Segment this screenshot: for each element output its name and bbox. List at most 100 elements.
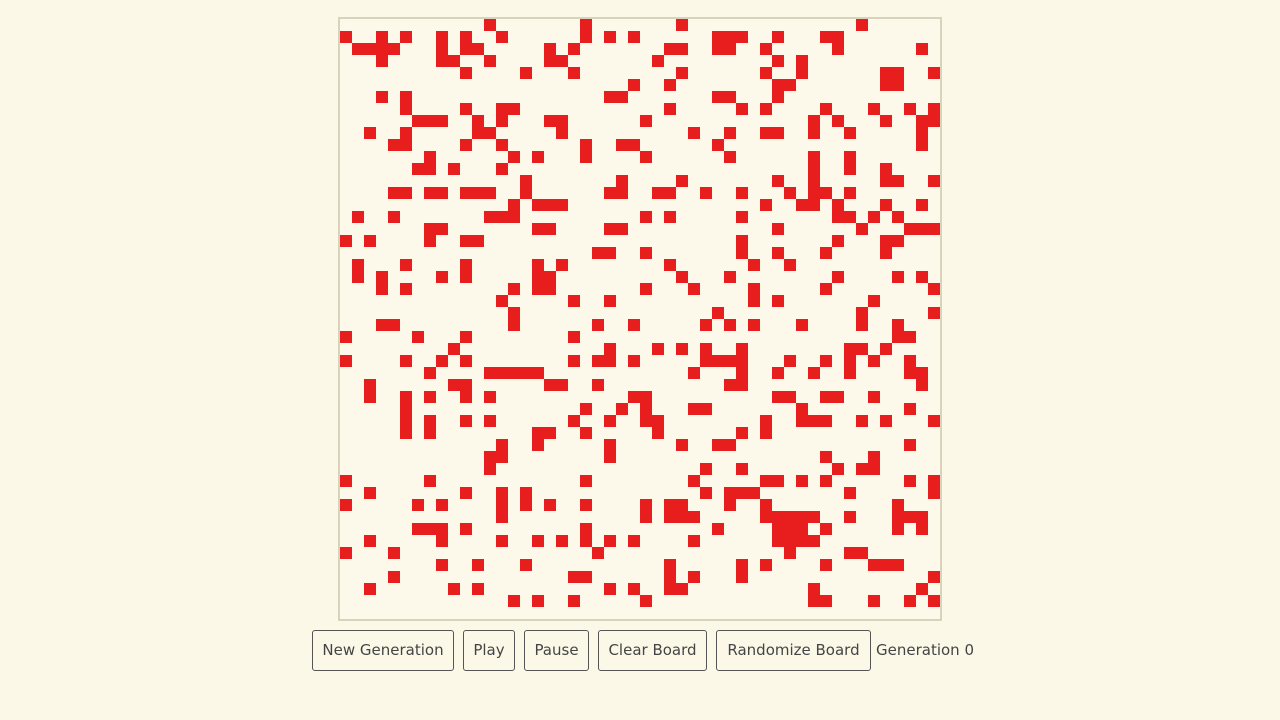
alive-cell[interactable] [748,487,760,499]
alive-cell[interactable] [736,571,748,583]
alive-cell[interactable] [760,475,772,487]
alive-cell[interactable] [832,211,844,223]
alive-cell[interactable] [928,307,940,319]
alive-cell[interactable] [544,115,556,127]
alive-cell[interactable] [580,403,592,415]
alive-cell[interactable] [736,355,748,367]
alive-cell[interactable] [352,43,364,55]
alive-cell[interactable] [532,259,544,271]
alive-cell[interactable] [676,175,688,187]
alive-cell[interactable] [460,103,472,115]
alive-cell[interactable] [880,247,892,259]
alive-cell[interactable] [340,499,352,511]
alive-cell[interactable] [412,499,424,511]
alive-cell[interactable] [796,319,808,331]
alive-cell[interactable] [448,343,460,355]
alive-cell[interactable] [880,415,892,427]
alive-cell[interactable] [808,127,820,139]
alive-cell[interactable] [760,559,772,571]
alive-cell[interactable] [676,43,688,55]
alive-cell[interactable] [904,475,916,487]
alive-cell[interactable] [532,427,544,439]
alive-cell[interactable] [580,427,592,439]
alive-cell[interactable] [652,343,664,355]
alive-cell[interactable] [772,223,784,235]
alive-cell[interactable] [424,391,436,403]
alive-cell[interactable] [472,115,484,127]
alive-cell[interactable] [592,247,604,259]
alive-cell[interactable] [592,379,604,391]
alive-cell[interactable] [640,151,652,163]
alive-cell[interactable] [844,187,856,199]
alive-cell[interactable] [400,259,412,271]
alive-cell[interactable] [808,415,820,427]
alive-cell[interactable] [676,583,688,595]
alive-cell[interactable] [772,511,784,523]
alive-cell[interactable] [496,439,508,451]
alive-cell[interactable] [652,415,664,427]
alive-cell[interactable] [772,535,784,547]
alive-cell[interactable] [520,499,532,511]
alive-cell[interactable] [460,139,472,151]
alive-cell[interactable] [748,295,760,307]
alive-cell[interactable] [556,535,568,547]
alive-cell[interactable] [556,199,568,211]
alive-cell[interactable] [700,463,712,475]
alive-cell[interactable] [928,223,940,235]
alive-cell[interactable] [340,31,352,43]
alive-cell[interactable] [880,79,892,91]
alive-cell[interactable] [700,403,712,415]
alive-cell[interactable] [496,367,508,379]
alive-cell[interactable] [676,439,688,451]
alive-cell[interactable] [628,319,640,331]
alive-cell[interactable] [688,475,700,487]
alive-cell[interactable] [496,487,508,499]
alive-cell[interactable] [652,55,664,67]
alive-cell[interactable] [400,91,412,103]
game-board[interactable] [338,17,942,621]
alive-cell[interactable] [856,223,868,235]
alive-cell[interactable] [424,427,436,439]
alive-cell[interactable] [556,379,568,391]
alive-cell[interactable] [664,187,676,199]
alive-cell[interactable] [556,127,568,139]
alive-cell[interactable] [664,583,676,595]
alive-cell[interactable] [772,91,784,103]
alive-cell[interactable] [484,451,496,463]
alive-cell[interactable] [460,523,472,535]
alive-cell[interactable] [580,139,592,151]
alive-cell[interactable] [472,559,484,571]
alive-cell[interactable] [436,535,448,547]
alive-cell[interactable] [364,127,376,139]
alive-cell[interactable] [640,247,652,259]
alive-cell[interactable] [568,67,580,79]
alive-cell[interactable] [664,559,676,571]
alive-cell[interactable] [724,487,736,499]
alive-cell[interactable] [424,163,436,175]
alive-cell[interactable] [640,283,652,295]
alive-cell[interactable] [508,211,520,223]
alive-cell[interactable] [484,127,496,139]
alive-cell[interactable] [352,271,364,283]
alive-cell[interactable] [796,523,808,535]
alive-cell[interactable] [616,91,628,103]
alive-cell[interactable] [460,43,472,55]
alive-cell[interactable] [400,127,412,139]
alive-cell[interactable] [820,187,832,199]
alive-cell[interactable] [472,43,484,55]
alive-cell[interactable] [400,283,412,295]
alive-cell[interactable] [664,79,676,91]
alive-cell[interactable] [832,31,844,43]
alive-cell[interactable] [916,271,928,283]
alive-cell[interactable] [436,55,448,67]
alive-cell[interactable] [928,67,940,79]
alive-cell[interactable] [760,103,772,115]
alive-cell[interactable] [880,235,892,247]
alive-cell[interactable] [820,283,832,295]
alive-cell[interactable] [784,79,796,91]
alive-cell[interactable] [424,187,436,199]
alive-cell[interactable] [340,355,352,367]
alive-cell[interactable] [628,583,640,595]
alive-cell[interactable] [916,139,928,151]
alive-cell[interactable] [916,379,928,391]
